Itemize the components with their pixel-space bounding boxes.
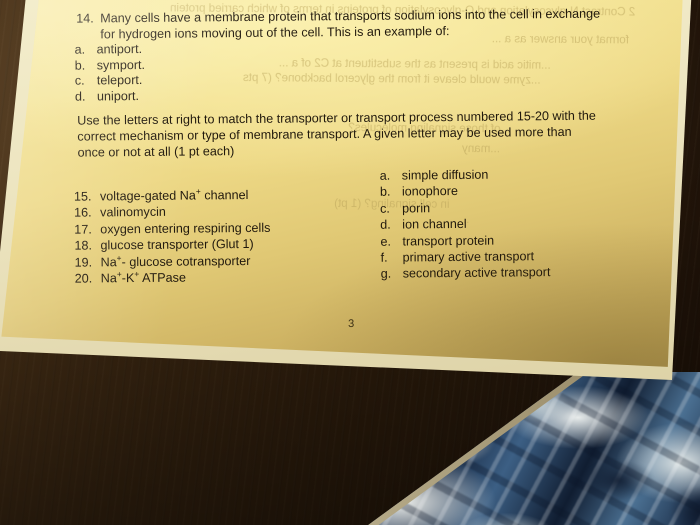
exam-content: 14. Many cells have a membrane protein t… [0,0,700,401]
matching-item-20: 20. Na+-K+ ATPase [75,269,271,287]
matching-item-15: 15. voltage-gated Na+ channel [73,186,270,205]
matching-option-a: a. simple diffusion [380,166,550,184]
option-d: d. uniport. [75,89,145,105]
matching-option-b-text: ionophore [401,184,459,199]
matching-option-g-text: secondary active transport [402,265,551,281]
matching-item-16: 16. valinomycin [74,203,270,221]
matching-items-column: 15. voltage-gated Na+ channel 16. valino… [73,186,271,287]
matching-item-15-text: voltage-gated Na+ channel [99,186,249,205]
option-c-text: teleport. [96,73,143,88]
option-b-text: symport. [96,57,146,73]
matching-item-18-number: 18. [74,238,93,253]
option-a-text: antiport. [96,41,143,57]
matching-item-15-number: 15. [73,189,92,204]
option-c: c. teleport. [75,73,145,89]
option-d-letter: d. [74,89,86,104]
matching-item-20-text: Na+-K+ ATPase [100,269,186,287]
matching-instructions: Use the letters at right to match the tr… [77,107,629,161]
matching-option-e-letter: e. [380,234,391,249]
matching-item-19: 19. Na+- glucose cotransporter [75,252,271,270]
matching-item-18-text: glucose transporter (Glut 1) [100,237,254,253]
option-b: b. symport. [75,58,145,74]
option-b-letter: b. [74,58,86,73]
option-a: a. antiport. [74,42,144,58]
question-14-stem-line-2: for hydrogen ions moving out of the cell… [100,24,450,42]
option-c-letter: c. [74,73,85,88]
matching-option-d-text: ion channel [402,217,467,232]
question-14-number: 14. [76,11,94,26]
matching-option-c-letter: c. [380,201,390,216]
matching-option-c: c. porin [380,199,550,217]
matching-options-column: a. simple diffusion b. ionophore c. pori… [380,166,551,282]
matching-item-20-text-pre: Na [100,271,117,286]
matching-option-b: b. ionophore [380,182,550,200]
matching-option-c-text: porin [402,201,431,216]
matching-item-17: 17. oxygen entering respiring cells [74,220,270,238]
matching-option-d-letter: d. [380,217,391,232]
matching-item-17-text: oxygen entering respiring cells [100,220,271,237]
matching-item-20-text-mid: -K [121,271,135,286]
option-d-text: uniport. [96,88,140,104]
matching-item-20-number: 20. [74,271,93,286]
matching-option-f: f. primary active transport [380,248,550,266]
matching-item-19-text-pre: Na [100,254,117,270]
matching-item-19-text: Na+- glucose cotransporter [101,253,251,271]
matching-columns: 15. voltage-gated Na+ channel 16. valino… [0,165,700,286]
matching-option-e-text: transport protein [402,233,495,249]
matching-option-b-letter: b. [379,185,391,200]
matching-item-20-text-tail: ATPase [139,270,186,286]
matching-option-g: g. secondary active transport [381,265,551,283]
matching-option-a-text: simple diffusion [401,167,489,183]
question-14-stem: Many cells have a membrane protein that … [100,6,600,43]
matching-option-f-letter: f. [380,250,388,265]
matching-item-16-text: valinomycin [100,205,166,220]
option-a-letter: a. [74,42,86,57]
matching-option-e: e. transport protein [380,232,550,250]
matching-option-a-letter: a. [379,168,391,183]
photo-scene: 2 Contrast N-glycosylation and O-glycosy… [0,0,700,525]
matching-option-f-text: primary active transport [402,249,535,265]
matching-item-19-text-post: - glucose cotransporter [121,253,251,269]
matching-item-16-number: 16. [74,205,92,221]
matching-item-19-number: 19. [74,255,93,270]
matching-item-15-text-pre: voltage-gated Na [99,188,196,204]
matching-item-15-text-post: channel [200,187,249,203]
matching-option-d: d. ion channel [380,215,550,233]
page-number: 3 [348,317,355,331]
question-14: 14. Many cells have a membrane protein t… [76,5,636,42]
matching-item-18: 18. glucose transporter (Glut 1) [74,236,270,254]
matching-option-g-letter: g. [380,267,392,282]
matching-item-17-number: 17. [74,222,92,237]
question-14-options: a. antiport. b. symport. c. teleport. d.… [74,42,145,105]
